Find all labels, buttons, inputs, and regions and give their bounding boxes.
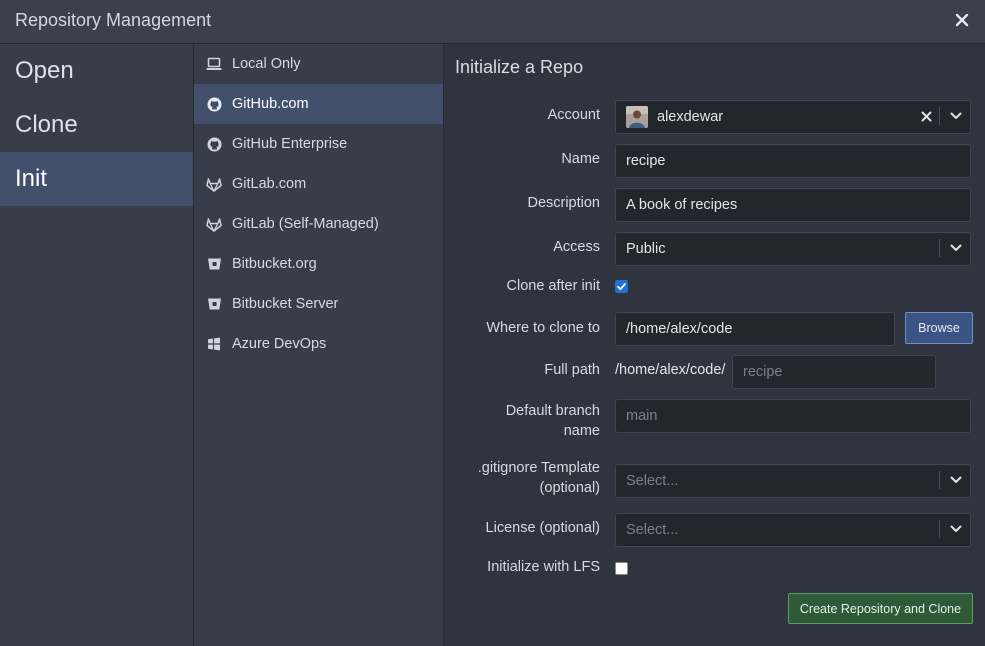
lfs-checkbox[interactable]	[615, 562, 628, 575]
chevron-down-icon[interactable]	[948, 472, 964, 488]
lfs-label: Initialize with LFS	[487, 559, 600, 575]
mode-init[interactable]: Init	[0, 152, 193, 206]
select-separator	[939, 107, 940, 125]
full-path-prefix: /home/alex/code/	[615, 362, 726, 378]
provider-label: GitHub Enterprise	[232, 136, 348, 152]
name-label: Name	[561, 151, 600, 167]
default-branch-input[interactable]: main	[615, 399, 971, 433]
full-path-input[interactable]: recipe	[732, 355, 936, 389]
provider-gitlab-com[interactable]: GitLab.com	[194, 164, 443, 204]
provider-bitbucket-org[interactable]: Bitbucket.org	[194, 244, 443, 284]
account-select[interactable]: alexdewar	[615, 100, 971, 134]
bitbucket-icon	[206, 296, 222, 312]
mode-open[interactable]: Open	[0, 44, 193, 98]
avatar	[626, 106, 648, 128]
provider-label: Local Only	[232, 56, 301, 72]
access-value: Public	[626, 241, 666, 257]
provider-github-enterprise[interactable]: GitHub Enterprise	[194, 124, 443, 164]
license-placeholder: Select...	[626, 522, 679, 538]
windows-icon	[206, 336, 222, 352]
laptop-icon	[206, 56, 222, 72]
clone-after-init-checkbox[interactable]	[615, 280, 628, 293]
create-repository-button[interactable]: Create Repository and Clone	[788, 593, 973, 624]
select-separator	[939, 520, 940, 538]
clear-icon[interactable]	[918, 108, 934, 124]
gitignore-select[interactable]: Select...	[615, 464, 971, 498]
init-form: Initialize a Repo Account alexdewar Name…	[444, 44, 985, 646]
provider-label: GitLab (Self-Managed)	[232, 216, 379, 232]
mode-clone[interactable]: Clone	[0, 98, 193, 152]
title-bar: Repository Management	[0, 0, 985, 44]
provider-local-only[interactable]: Local Only	[194, 44, 443, 84]
provider-github-com[interactable]: GitHub.com	[194, 84, 443, 124]
provider-label: Bitbucket Server	[232, 296, 339, 312]
mode-sidebar: Open Clone Init	[0, 44, 194, 646]
gitignore-label-line2: (optional)	[539, 480, 600, 496]
provider-gitlab-self-managed[interactable]: GitLab (Self-Managed)	[194, 204, 443, 244]
clone-dir-label: Where to clone to	[486, 320, 600, 336]
provider-list: Local Only GitHub.com GitHub Enterprise …	[194, 44, 444, 646]
access-select[interactable]: Public	[615, 232, 971, 266]
provider-label: GitLab.com	[232, 176, 307, 192]
access-label: Access	[553, 239, 600, 255]
default-branch-label-line2: name	[563, 423, 600, 439]
chevron-down-icon[interactable]	[948, 108, 964, 124]
account-value: alexdewar	[657, 109, 724, 125]
select-separator	[939, 239, 940, 257]
gitignore-placeholder: Select...	[626, 473, 679, 489]
full-path-label: Full path	[544, 362, 600, 378]
select-separator	[939, 471, 940, 489]
description-label: Description	[527, 195, 600, 211]
description-input[interactable]: A book of recipes	[615, 188, 971, 222]
gitlab-icon	[206, 216, 222, 232]
default-branch-label: Default branch name	[506, 401, 600, 441]
chevron-down-icon[interactable]	[948, 240, 964, 256]
provider-bitbucket-server[interactable]: Bitbucket Server	[194, 284, 443, 324]
provider-label: GitHub.com	[232, 96, 309, 112]
default-branch-label-line1: Default branch	[505, 403, 600, 419]
bitbucket-icon	[206, 256, 222, 272]
license-select[interactable]: Select...	[615, 513, 971, 547]
browse-button[interactable]: Browse	[905, 312, 973, 344]
form-heading: Initialize a Repo	[455, 57, 584, 77]
provider-azure-devops[interactable]: Azure DevOps	[194, 324, 443, 364]
name-input[interactable]: recipe	[615, 144, 971, 178]
provider-label: Azure DevOps	[232, 336, 327, 352]
gitlab-icon	[206, 176, 222, 192]
license-label: License (optional)	[485, 520, 600, 536]
close-icon[interactable]	[951, 9, 973, 31]
chevron-down-icon[interactable]	[948, 521, 964, 537]
clone-after-init-label: Clone after init	[506, 278, 601, 294]
github-icon	[206, 96, 222, 112]
github-icon	[206, 136, 222, 152]
account-label: Account	[547, 107, 600, 123]
window-title: Repository Management	[15, 10, 212, 30]
clone-dir-input[interactable]: /home/alex/code	[615, 312, 895, 346]
gitignore-label-line1: .gitignore Template	[477, 460, 600, 476]
provider-label: Bitbucket.org	[232, 256, 317, 272]
gitignore-label: .gitignore Template (optional)	[478, 458, 600, 498]
